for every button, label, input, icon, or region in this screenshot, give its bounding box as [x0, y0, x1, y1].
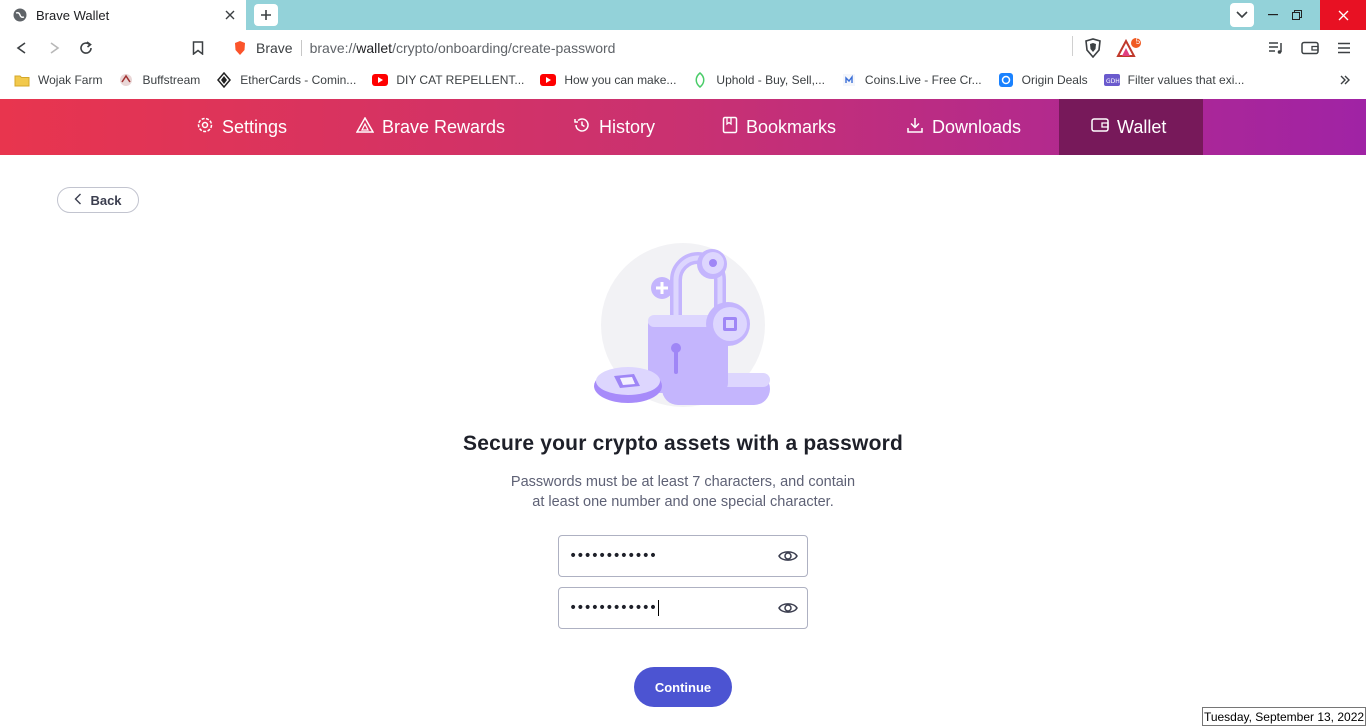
url-text: brave://wallet/crypto/onboarding/create-… — [309, 40, 616, 56]
wallet-icon — [1091, 117, 1117, 138]
new-tab-button[interactable] — [254, 4, 278, 26]
password-input[interactable]: •••••••••••• — [558, 535, 808, 577]
origin-icon — [998, 72, 1014, 88]
download-icon — [906, 116, 932, 139]
wallet-toolbar-icon[interactable] — [1300, 38, 1320, 58]
tab-title: Brave Wallet — [36, 7, 110, 23]
bookmarks-overflow-icon[interactable] — [1340, 72, 1350, 88]
history-clock-icon — [573, 116, 599, 139]
bookmark-item[interactable]: Uphold - Buy, Sell,... — [692, 72, 825, 88]
continue-button[interactable]: Continue — [634, 667, 732, 707]
nav-bookmarks[interactable]: Bookmarks — [722, 99, 836, 155]
chevron-left-icon — [74, 193, 90, 208]
bookmark-item[interactable]: How you can make... — [540, 72, 676, 88]
rewards-badge: 5 — [1135, 37, 1141, 46]
site-icon: GDH — [1103, 72, 1120, 88]
nav-settings[interactable]: Settings — [196, 99, 287, 155]
eye-icon[interactable] — [777, 545, 799, 567]
nav-wallet[interactable]: Wallet — [1059, 99, 1203, 155]
taskbar-date: Tuesday, September 13, 2022 — [1202, 707, 1366, 726]
password-requirements: Passwords must be at least 7 characters,… — [510, 474, 856, 510]
globe-icon — [12, 7, 28, 23]
nav-history[interactable]: History — [573, 99, 655, 155]
ethercards-icon — [216, 72, 232, 88]
toolbar: Brave brave://wallet/crypto/onboarding/c… — [0, 30, 1366, 66]
back-button[interactable]: Back — [57, 187, 139, 213]
brave-rewards-icon[interactable]: 5 — [1116, 37, 1144, 58]
coinslive-icon — [841, 72, 857, 88]
bookmark-item[interactable]: Origin Deals — [998, 72, 1088, 88]
triangle-rewards-icon — [355, 115, 382, 138]
restore-icon[interactable] — [1274, 0, 1320, 30]
brave-shields-icon[interactable] — [1083, 38, 1103, 58]
buffstream-icon — [118, 72, 134, 88]
youtube-icon — [372, 72, 389, 88]
bookmark-item[interactable]: Coins.Live - Free Cr... — [841, 72, 982, 88]
youtube-icon — [540, 72, 557, 88]
lock-illustration — [592, 240, 776, 410]
folder-icon — [14, 72, 30, 88]
svg-text:GDH: GDH — [1106, 78, 1120, 85]
bookmark-item[interactable]: Buffstream — [118, 72, 200, 88]
bookmark-icon[interactable] — [188, 38, 208, 58]
tab-close-icon[interactable] — [220, 5, 240, 25]
playlist-icon[interactable] — [1266, 38, 1286, 58]
text-caret — [658, 600, 660, 616]
tab-strip: Brave Wallet — [0, 0, 1366, 30]
menu-icon[interactable] — [1334, 38, 1354, 58]
site-label: Brave — [256, 40, 293, 56]
tab-brave-wallet[interactable]: Brave Wallet — [0, 0, 246, 30]
eye-icon[interactable] — [777, 597, 799, 619]
address-bar[interactable]: Brave brave://wallet/crypto/onboarding/c… — [224, 34, 1146, 62]
bookmark-item[interactable]: GDH Filter values that exi... — [1103, 72, 1244, 88]
brave-lion-icon — [232, 40, 248, 56]
window-close-icon[interactable] — [1320, 0, 1366, 30]
bookmarks-book-icon — [722, 116, 746, 139]
forward-icon[interactable] — [44, 38, 64, 58]
bookmark-item[interactable]: EtherCards - Comin... — [216, 72, 356, 88]
reload-icon[interactable] — [76, 38, 96, 58]
nav-downloads[interactable]: Downloads — [906, 99, 1021, 155]
nav-brave-rewards[interactable]: Brave Rewards — [355, 99, 505, 155]
confirm-password-input[interactable]: •••••••••••• — [558, 587, 808, 629]
back-icon[interactable] — [12, 38, 32, 58]
bookmark-item[interactable]: DIY CAT REPELLENT... — [372, 72, 524, 88]
bookmark-item[interactable]: Wojak Farm — [14, 72, 102, 88]
gear-icon — [196, 116, 222, 139]
brave-nav-bar: Settings Brave Rewards History Bookmarks… — [0, 99, 1366, 155]
page-title: Secure your crypto assets with a passwor… — [462, 432, 904, 455]
bookmarks-bar: Wojak Farm Buffstream EtherCards - Comin… — [0, 66, 1366, 94]
uphold-icon — [692, 72, 708, 88]
